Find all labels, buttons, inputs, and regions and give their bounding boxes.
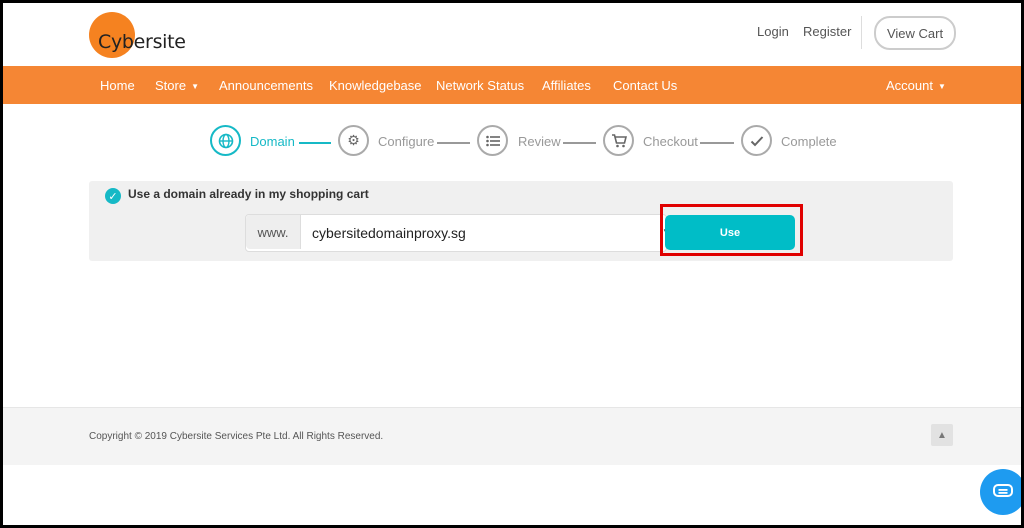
cart-icon [603,125,634,156]
order-steps: Domain ⚙ Configure Review Checkout Compl… [3,125,1021,163]
domain-select[interactable]: cybersitedomainproxy.sg [312,225,466,241]
domain-panel: ✓ Use a domain already in my shopping ca… [89,181,953,261]
gear-icon: ⚙ [338,125,369,156]
nav-label: Network Status [436,78,525,93]
step-domain-label: Domain [250,134,295,149]
step-connector [437,142,470,144]
chevron-up-icon: ▲ [937,429,947,441]
step-connector [299,142,331,144]
nav-announcements[interactable]: Announcements [219,78,313,93]
nav-home[interactable]: Home [100,78,135,93]
nav-label: Home [100,78,135,93]
chat-button[interactable] [980,469,1021,515]
step-connector [700,142,734,144]
caret-down-icon: ▼ [937,82,946,92]
chat-icon [993,484,1013,497]
step-review-label: Review [518,134,561,149]
step-complete-label: Complete [781,134,837,149]
register-link[interactable]: Register [803,24,851,39]
domain-input-group: www. cybersitedomainproxy.sg ▼ [245,214,670,252]
nav-store[interactable]: Store ▼ [155,78,199,93]
footer: Copyright © 2019 Cybersite Services Pte … [3,407,1021,465]
nav-label: Knowledgebase [329,78,422,93]
step-checkout-label: Checkout [643,134,698,149]
view-cart-button[interactable]: View Cart [874,16,956,50]
nav-network-status[interactable]: Network Status [436,78,524,93]
list-icon [477,125,508,156]
back-to-top-button[interactable]: ▲ [931,424,953,446]
nav-affiliates[interactable]: Affiliates [542,78,591,93]
check-circle-icon[interactable]: ✓ [105,188,121,204]
login-link[interactable]: Login [757,24,789,39]
step-configure-label: Configure [378,134,435,149]
main-nav: Home Store ▼ Announcements Knowledgebase … [3,66,1021,104]
www-prefix: www. [246,215,301,249]
page-frame: Cybersite Login Register View Cart Home … [0,0,1024,528]
nav-knowledgebase[interactable]: Knowledgebase [329,78,422,93]
nav-label: Store [155,78,187,93]
header: Cybersite Login Register View Cart [3,3,1021,66]
nav-label: Announcements [219,78,313,93]
nav-label: Affiliates [542,78,591,93]
check-icon [741,125,772,156]
highlight-box [660,204,803,256]
nav-contact-us[interactable]: Contact Us [613,78,677,93]
logo-text: Cybersite [98,31,186,53]
nav-account[interactable]: Account ▼ [886,78,946,93]
caret-down-icon: ▼ [191,82,199,92]
logo[interactable]: Cybersite [89,12,209,58]
globe-icon [210,125,241,156]
step-connector [563,142,596,144]
panel-title[interactable]: Use a domain already in my shopping cart [128,187,369,201]
divider [861,16,862,49]
copyright-text: Copyright © 2019 Cybersite Services Pte … [89,431,384,442]
nav-label: Account [886,78,933,93]
nav-label: Contact Us [613,78,678,93]
